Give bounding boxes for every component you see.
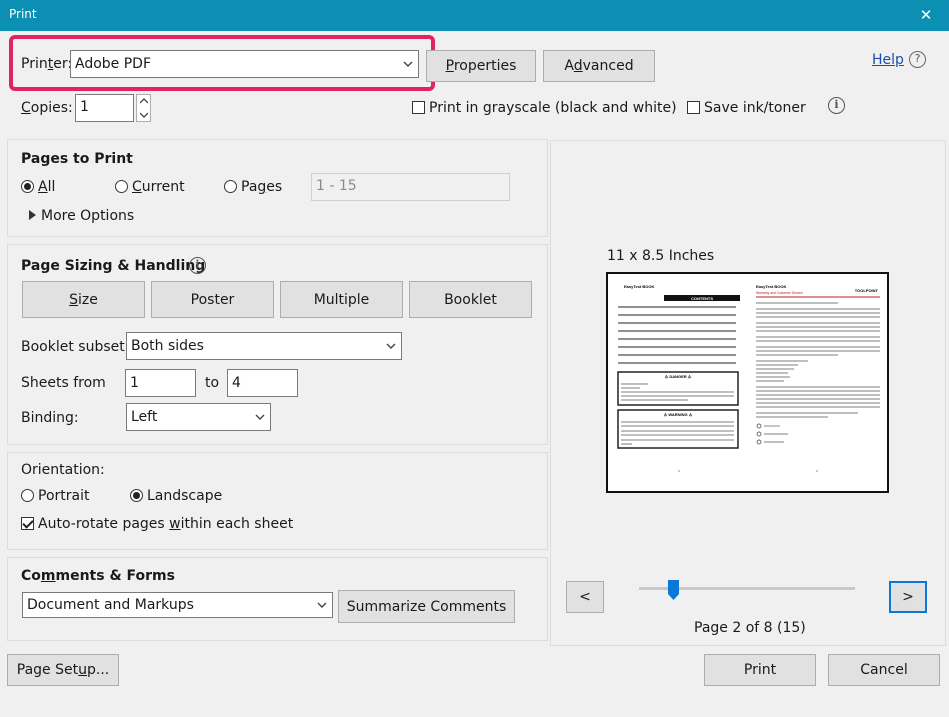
booklet-subset-label: Booklet subset:: [21, 339, 130, 355]
printer-select[interactable]: Adobe PDF: [70, 50, 419, 78]
save-ink-checkbox[interactable]: [687, 101, 700, 114]
info-icon[interactable]: i: [828, 97, 845, 114]
grayscale-label: Print in grayscale (black and white): [429, 100, 677, 116]
page-status-text: Page 2 of 8 (15): [694, 620, 806, 636]
paper-size-label: 11 x 8.5 Inches: [607, 248, 715, 264]
comments-forms-value: Document and Markups: [27, 597, 194, 613]
booklet-subset-value: Both sides: [131, 338, 204, 354]
comments-forms-heading: Comments & Forms: [21, 568, 175, 584]
chevron-down-icon[interactable]: [140, 112, 148, 118]
autorotate-checkbox[interactable]: [21, 517, 34, 530]
orientation-heading: Orientation:: [21, 462, 105, 478]
radio-portrait-label: Portrait: [38, 488, 90, 504]
printer-label: Printer:: [21, 56, 73, 72]
properties-button[interactable]: Properties: [426, 50, 536, 82]
danger-title: ⚠ DANGER ⚠: [665, 374, 692, 379]
prev-page-button[interactable]: <: [566, 581, 604, 613]
pages-to-print-heading: Pages to Print: [21, 151, 133, 167]
booklet-button[interactable]: Booklet: [409, 281, 532, 318]
summarize-comments-button[interactable]: Summarize Comments: [338, 590, 515, 623]
radio-landscape-label: Landscape: [147, 488, 223, 504]
right-page-subheader: Warranty and Customer Service: [756, 291, 803, 295]
right-page-logo: TOOLPOINT: [855, 288, 879, 293]
toc-title: CONTENTS: [691, 296, 713, 301]
binding-label: Binding:: [21, 410, 79, 426]
window-title: Print: [9, 7, 37, 21]
advanced-button[interactable]: Advanced: [543, 50, 655, 82]
copies-label: Copies:: [21, 100, 73, 116]
help-link[interactable]: Help: [872, 52, 904, 68]
right-page-header: EasyTest BOOK: [756, 284, 786, 289]
radio-current-label: Current: [132, 179, 185, 195]
page-preview: EasyTest BOOK CONTENTS ⚠ DANGER ⚠ ⚠ WARN…: [606, 272, 889, 493]
page-range-input[interactable]: 1 - 15: [311, 173, 510, 201]
binding-value: Left: [131, 409, 158, 425]
page-preview-thumbnail: EasyTest BOOK CONTENTS ⚠ DANGER ⚠ ⚠ WARN…: [617, 284, 880, 472]
info-icon[interactable]: i: [189, 257, 206, 274]
radio-portrait[interactable]: [21, 489, 34, 502]
copies-input[interactable]: 1: [75, 94, 134, 122]
sheets-to-label: to: [205, 375, 220, 391]
more-options-label[interactable]: More Options: [41, 208, 134, 224]
poster-button[interactable]: Poster: [151, 281, 274, 318]
cancel-button[interactable]: Cancel: [828, 654, 940, 686]
left-page-header: EasyTest BOOK: [624, 284, 654, 289]
next-page-button[interactable]: >: [889, 581, 927, 613]
multiple-button[interactable]: Multiple: [280, 281, 403, 318]
grayscale-checkbox[interactable]: [412, 101, 425, 114]
radio-all[interactable]: [21, 180, 34, 193]
close-icon[interactable]: ✕: [903, 0, 949, 31]
title-bar: Print ✕: [0, 0, 949, 31]
sheets-to-input[interactable]: 4: [227, 369, 298, 397]
save-ink-label: Save ink/toner: [704, 100, 806, 116]
size-button[interactable]: Size: [22, 281, 145, 318]
comments-forms-select[interactable]: Document and Markups: [22, 592, 333, 618]
binding-select[interactable]: Left: [126, 403, 271, 431]
autorotate-label: Auto-rotate pages within each sheet: [38, 516, 294, 532]
radio-current[interactable]: [115, 180, 128, 193]
printer-select-value: Adobe PDF: [75, 56, 152, 72]
chevron-down-icon: [403, 61, 413, 67]
radio-pages-label: Pages: [241, 179, 283, 195]
chevron-up-icon[interactable]: [140, 98, 148, 104]
radio-landscape[interactable]: [130, 489, 143, 502]
triangle-right-icon[interactable]: [29, 210, 37, 220]
sheets-from-input[interactable]: 1: [125, 369, 196, 397]
chevron-down-icon: [317, 602, 327, 608]
warning-title: ⚠ WARNING ⚠: [664, 412, 693, 417]
chevron-down-icon: [255, 414, 265, 420]
chevron-down-icon: [386, 343, 396, 349]
page-setup-button[interactable]: Page Setup...: [7, 654, 119, 686]
sheets-from-label: Sheets from: [21, 375, 106, 391]
radio-all-label: All: [38, 179, 56, 195]
print-button[interactable]: Print: [704, 654, 816, 686]
page-sizing-heading: Page Sizing & Handling: [21, 258, 206, 274]
help-icon[interactable]: ?: [909, 51, 926, 68]
radio-pages[interactable]: [224, 180, 237, 193]
booklet-subset-select[interactable]: Both sides: [126, 332, 402, 360]
copies-stepper[interactable]: [136, 94, 151, 122]
